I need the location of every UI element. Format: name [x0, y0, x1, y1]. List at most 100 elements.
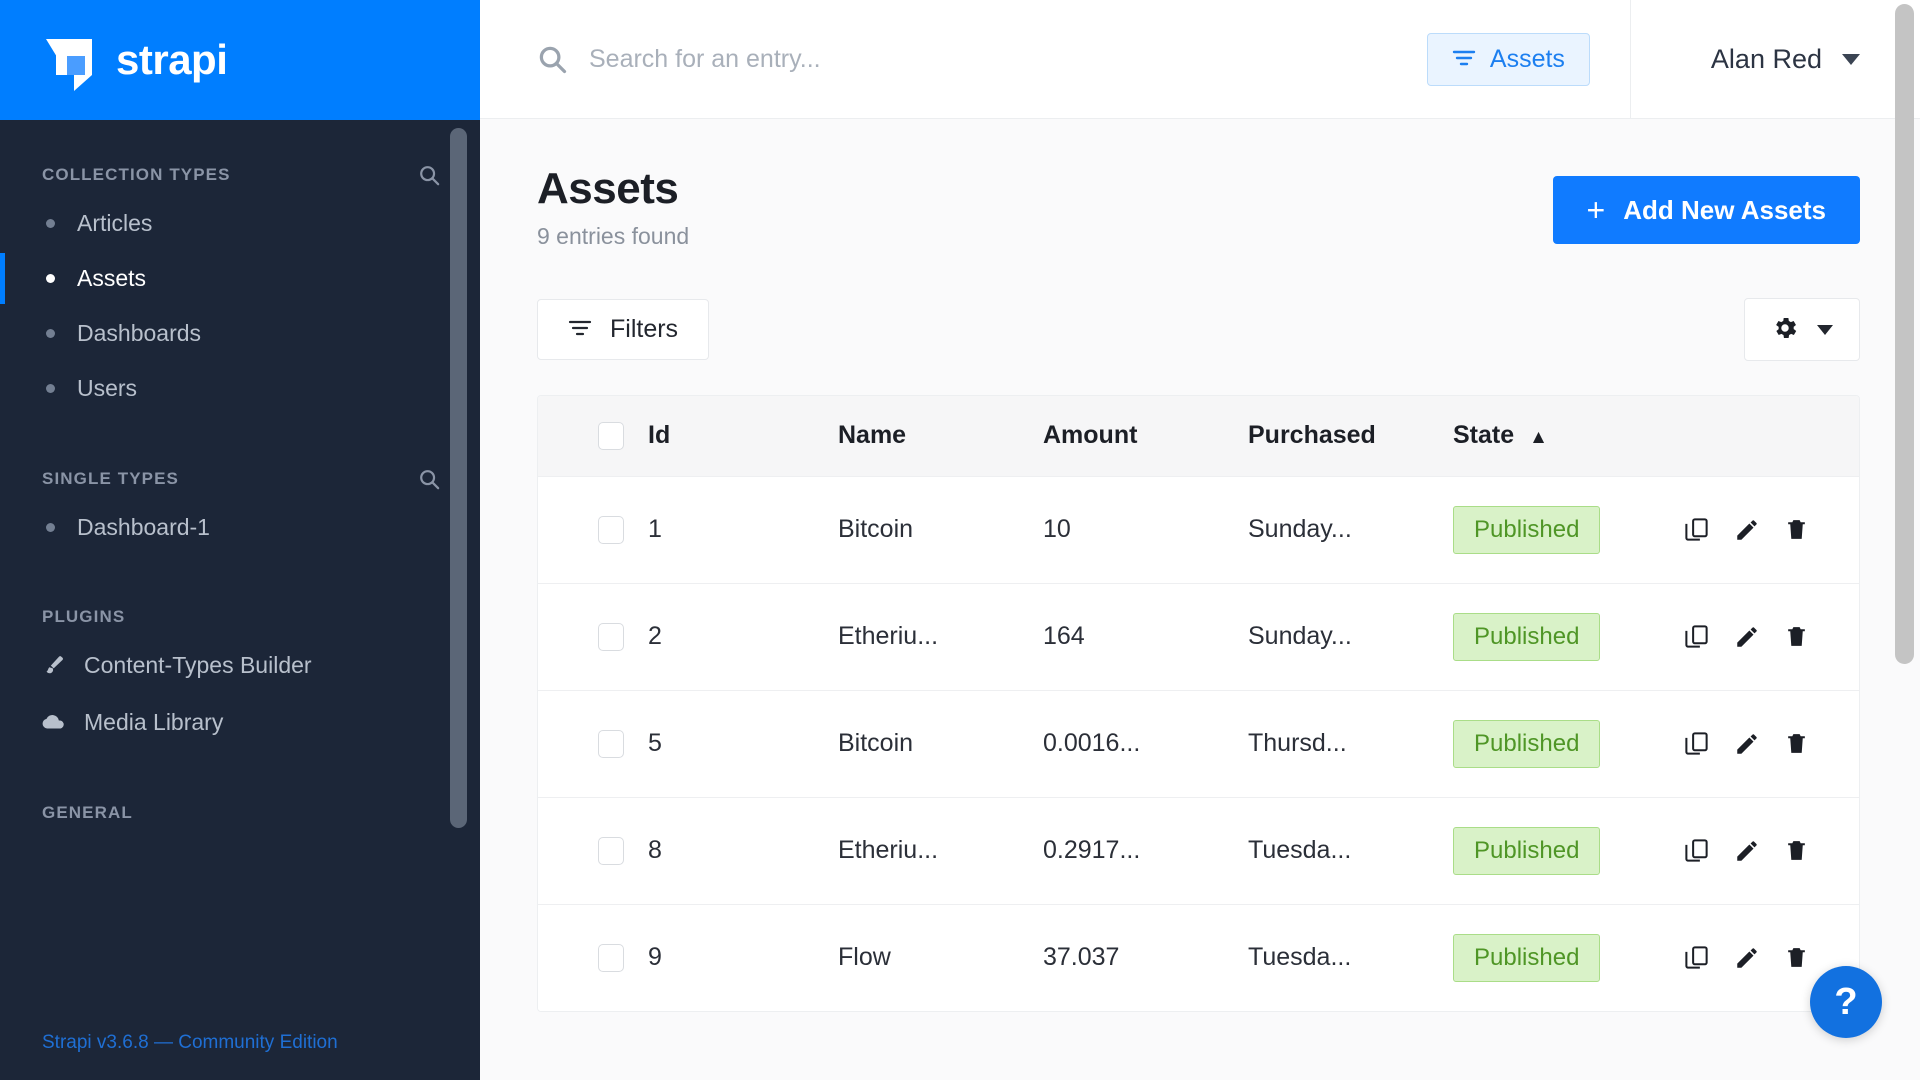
table-row[interactable]: 8 Etheriu... 0.2917... Tuesda... Publish… — [538, 797, 1859, 904]
sidebar-item-label: Articles — [77, 210, 153, 236]
status-badge: Published — [1453, 826, 1601, 875]
brush-icon — [40, 653, 66, 679]
edit-icon[interactable] — [1734, 517, 1760, 543]
top-bar: Assets Alan Red — [480, 0, 1920, 119]
cloud-icon — [40, 709, 66, 736]
filter-icon — [1452, 45, 1476, 74]
edit-icon[interactable] — [1734, 624, 1760, 650]
search-icon[interactable] — [418, 468, 440, 490]
delete-icon[interactable] — [1784, 731, 1809, 756]
section-general: GENERAL — [0, 751, 480, 833]
select-all-checkbox[interactable] — [598, 421, 624, 450]
duplicate-icon[interactable] — [1683, 944, 1710, 971]
cell-state: Published — [1453, 690, 1683, 797]
cell-actions — [1683, 797, 1859, 904]
filters-button[interactable]: Filters — [537, 299, 710, 360]
sidebar-item-label: Content-Types Builder — [84, 652, 312, 678]
main-scrollbar[interactable] — [1895, 4, 1914, 664]
cell-state: Published — [1453, 476, 1683, 583]
sort-ascending-icon: ▲ — [1529, 427, 1548, 449]
duplicate-icon[interactable] — [1683, 730, 1710, 757]
table-settings-button[interactable] — [1744, 298, 1860, 361]
filters-label: Filters — [610, 315, 679, 343]
cell-purchased: Sunday... — [1248, 515, 1352, 543]
assets-filter-pill[interactable]: Assets — [1426, 32, 1590, 86]
plus-icon: + — [1586, 192, 1606, 228]
row-checkbox[interactable] — [598, 515, 624, 544]
table-row[interactable]: 2 Etheriu... 164 Sunday... Published — [538, 583, 1859, 690]
edit-icon[interactable] — [1734, 838, 1760, 864]
edit-icon[interactable] — [1734, 731, 1760, 757]
row-checkbox[interactable] — [598, 622, 624, 651]
cell-id: 9 — [648, 943, 662, 972]
cell-name: Etheriu... — [838, 836, 939, 864]
cell-amount: 37.037 — [1043, 943, 1120, 972]
row-select-cell — [538, 583, 648, 690]
duplicate-icon[interactable] — [1683, 837, 1710, 864]
sidebar: strapi COLLECTION TYPES Articles Assets — [0, 0, 480, 1080]
cell-id: 5 — [648, 729, 662, 757]
table-toolbar: Filters — [537, 298, 1860, 361]
select-all-header — [538, 396, 648, 476]
row-checkbox[interactable] — [598, 943, 624, 972]
sidebar-item-articles[interactable]: Articles — [0, 196, 480, 251]
chevron-down-icon — [1842, 53, 1860, 65]
bullet-icon — [46, 329, 55, 338]
cell-state: Published — [1453, 797, 1683, 904]
sidebar-item-assets[interactable]: Assets — [0, 251, 480, 306]
status-badge: Published — [1453, 719, 1601, 768]
search-icon[interactable] — [418, 164, 440, 186]
column-header-purchased[interactable]: Purchased — [1248, 396, 1453, 476]
column-header-id[interactable]: Id — [648, 396, 838, 476]
column-header-amount[interactable]: Amount — [1043, 396, 1248, 476]
global-search — [480, 44, 1427, 74]
sidebar-item-label: Media Library — [84, 709, 224, 735]
delete-icon[interactable] — [1784, 838, 1809, 863]
brand-logo[interactable]: strapi — [0, 0, 480, 120]
help-button[interactable]: ? — [1810, 966, 1882, 1038]
row-select-cell — [538, 476, 648, 583]
section-title: SINGLE TYPES — [42, 469, 179, 488]
strapi-logo-icon — [46, 33, 100, 91]
delete-icon[interactable] — [1784, 517, 1809, 542]
user-menu[interactable]: Alan Red — [1631, 44, 1920, 75]
sidebar-nav: COLLECTION TYPES Articles Assets Dashboa… — [0, 120, 480, 1032]
duplicate-icon[interactable] — [1683, 623, 1710, 650]
delete-icon[interactable] — [1784, 945, 1809, 970]
row-select-cell — [538, 797, 648, 904]
column-header-state[interactable]: State ▲ — [1453, 396, 1683, 476]
sidebar-item-label: Dashboards — [77, 320, 202, 346]
section-collection-types: COLLECTION TYPES — [0, 142, 480, 196]
edit-icon[interactable] — [1734, 945, 1760, 971]
column-header-name[interactable]: Name — [838, 396, 1043, 476]
table-row[interactable]: 5 Bitcoin 0.0016... Thursd... Published — [538, 690, 1859, 797]
duplicate-icon[interactable] — [1683, 516, 1710, 543]
sidebar-item-content-types-builder[interactable]: Content-Types Builder — [0, 637, 480, 694]
cell-state: Published — [1453, 583, 1683, 690]
search-input[interactable] — [589, 44, 1189, 74]
sidebar-item-dashboard-1[interactable]: Dashboard-1 — [0, 500, 480, 555]
row-checkbox[interactable] — [598, 729, 624, 758]
sidebar-item-users[interactable]: Users — [0, 361, 480, 416]
row-checkbox[interactable] — [598, 836, 624, 865]
sidebar-footer: Strapi v3.6.8 — Community Edition — [0, 1032, 480, 1080]
chevron-down-icon — [1817, 324, 1833, 335]
cell-purchased: Tuesda... — [1248, 943, 1352, 972]
entries-count: 9 entries found — [537, 223, 690, 249]
sidebar-item-dashboards[interactable]: Dashboards — [0, 306, 480, 361]
delete-icon[interactable] — [1784, 624, 1809, 649]
table-body: 1 Bitcoin 10 Sunday... Published 2 Ether… — [538, 476, 1859, 1011]
main-area: Assets Alan Red Assets 9 entries found +… — [480, 0, 1920, 1080]
table-row[interactable]: 9 Flow 37.037 Tuesda... Published — [538, 904, 1859, 1011]
section-title: PLUGINS — [42, 607, 126, 626]
sidebar-item-media-library[interactable]: Media Library — [0, 694, 480, 751]
cell-amount: 10 — [1043, 515, 1071, 543]
column-header-state-label: State — [1453, 421, 1515, 450]
sidebar-scrollbar[interactable] — [450, 128, 467, 828]
table-row[interactable]: 1 Bitcoin 10 Sunday... Published — [538, 476, 1859, 583]
add-new-assets-button[interactable]: + Add New Assets — [1552, 176, 1860, 244]
filter-icon — [568, 315, 592, 344]
cell-amount: 164 — [1043, 622, 1085, 650]
strapi-version-link[interactable]: Strapi v3.6.8 — Community Edition — [42, 1032, 338, 1053]
cell-amount: 0.0016... — [1043, 729, 1141, 757]
